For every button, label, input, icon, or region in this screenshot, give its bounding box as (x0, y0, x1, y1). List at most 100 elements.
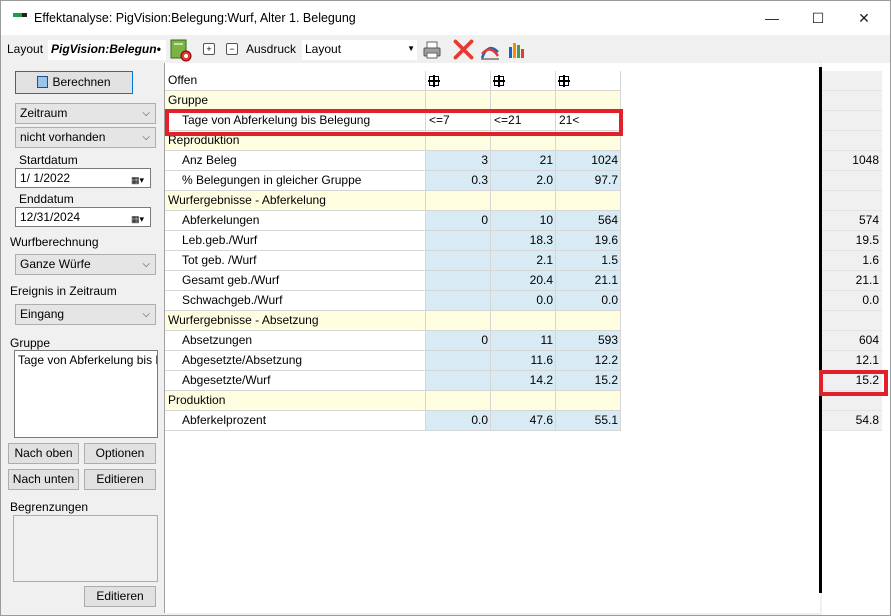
value-cell: 11.6 (491, 351, 556, 371)
gruppe-label: Gruppe (10, 336, 51, 350)
ereignis-value: Eingang (20, 307, 65, 321)
row-label: Wurfergebnisse - Absetzung (165, 311, 426, 331)
chevron-down-icon: ⌵ (142, 259, 150, 270)
enddatum-label: Enddatum (19, 192, 74, 206)
row-label: % Belegungen in gleicher Gruppe (165, 171, 426, 191)
calendar-icon[interactable]: ▦▾ (131, 210, 147, 224)
section-row: Wurfergebnisse - Absetzung (165, 311, 621, 331)
total-cell: 574 (822, 211, 882, 231)
expand-all-button[interactable]: + (203, 43, 215, 55)
ausdruck-select-value: Layout (305, 42, 342, 56)
total-cell: 0.0 (822, 291, 882, 311)
row-label[interactable]: Offen (165, 71, 426, 91)
zeitraum-value: Zeitraum (20, 106, 68, 120)
total-cell (822, 191, 882, 211)
collapse-all-button[interactable]: − (226, 43, 238, 55)
empty-cell (556, 391, 621, 411)
begrenzungen-listbox[interactable] (13, 515, 158, 582)
expand-column-icon[interactable] (556, 71, 621, 91)
bar-chart-icon[interactable] (507, 40, 527, 60)
layout-select[interactable]: PigVision:Belegun• (48, 40, 166, 60)
header-row: Offen (165, 71, 621, 91)
zeitraum-select[interactable]: Zeitraum ⌵ (15, 103, 156, 124)
total-cell: 21.1 (822, 271, 882, 291)
plus-box-icon[interactable] (493, 75, 505, 87)
total-cell: 12.1 (822, 351, 882, 371)
empty-cell (556, 91, 621, 111)
value-cell: 21 (491, 151, 556, 171)
table-row: Absetzungen 0 11 593 (165, 331, 621, 351)
value-cell: 19.6 (556, 231, 621, 251)
empty-cell (491, 91, 556, 111)
wurfberechnung-select[interactable]: Ganze Würfe ⌵ (15, 254, 156, 275)
value-cell: 2.1 (491, 251, 556, 271)
value-cell: 21.1 (556, 271, 621, 291)
minimize-button[interactable]: — (749, 1, 795, 35)
enddatum-picker[interactable]: 12/31/2024 ▦▾ (15, 207, 151, 227)
plus-box-icon[interactable] (558, 75, 570, 87)
empty-cell (426, 391, 491, 411)
berechnen-button[interactable]: Berechnen (15, 71, 133, 94)
value-cell (426, 291, 491, 311)
maximize-button[interactable]: ☐ (795, 1, 841, 35)
editieren-gruppe-button[interactable]: Editieren (84, 469, 156, 490)
value-cell: 15.2 (556, 371, 621, 391)
wurfberechnung-value: Ganze Würfe (20, 257, 91, 271)
value-cell: 3 (426, 151, 491, 171)
toolbar: Layout PigVision:Belegun• + − Ausdruck L… (1, 36, 890, 63)
value-cell: 2.0 (491, 171, 556, 191)
nach-unten-button[interactable]: Nach unten (8, 469, 79, 490)
total-cell (822, 71, 882, 91)
value-cell (426, 251, 491, 271)
empty-cell (556, 191, 621, 211)
close-button[interactable]: ✕ (841, 1, 887, 35)
delete-icon[interactable] (452, 38, 475, 61)
expand-column-icon[interactable] (426, 71, 491, 91)
value-cell: 12.2 (556, 351, 621, 371)
row-label: Abgesetzte/Wurf (165, 371, 426, 391)
value-cell: 55.1 (556, 411, 621, 431)
calendar-icon[interactable]: ▦▾ (131, 171, 147, 185)
row-label: Abgesetzte/Absetzung (165, 351, 426, 371)
value-cell: 0.0 (556, 291, 621, 311)
layout-select-value: PigVision:Belegun• (51, 42, 161, 56)
left-panel: Berechnen Zeitraum ⌵ nicht vorhanden ⌵ Sta… (1, 63, 164, 615)
calculator-icon (37, 76, 49, 88)
empty-cell (491, 391, 556, 411)
row-label: Abferkelungen (165, 211, 426, 231)
startdatum-label: Startdatum (19, 153, 78, 167)
app-icon (13, 13, 27, 17)
expand-column-icon[interactable] (491, 71, 556, 91)
value-cell: 0.0 (491, 291, 556, 311)
curve-chart-icon[interactable] (480, 40, 500, 60)
row-label: Gruppe (165, 91, 426, 111)
value-cell: 47.6 (491, 411, 556, 431)
ausdruck-label: Ausdruck (246, 42, 297, 56)
row-label: Schwachgeb./Wurf (165, 291, 426, 311)
begrenzungen-label: Begrenzungen (10, 500, 89, 514)
table-row: Tot geb. /Wurf 2.1 1.5 (165, 251, 621, 271)
highlight-gruppe-row (165, 109, 623, 136)
row-label: Gesamt geb./Wurf (165, 271, 426, 291)
ereignis-select[interactable]: Eingang ⌵ (15, 304, 156, 325)
row-label: Absetzungen (165, 331, 426, 351)
empty-cell (426, 191, 491, 211)
editieren-begrenzungen-button[interactable]: Editieren (84, 586, 156, 607)
total-cell (822, 311, 882, 331)
table-row: Anz Beleg 3 21 1024 (165, 151, 621, 171)
total-cell (822, 111, 882, 131)
section-row: Gruppe (165, 91, 621, 111)
value-cell (426, 351, 491, 371)
optionen-button[interactable]: Optionen (84, 443, 156, 464)
gruppe-listbox[interactable]: Tage von Abferkelung bis Be (14, 350, 158, 438)
total-cell: 604 (822, 331, 882, 351)
nicht-vorhanden-select[interactable]: nicht vorhanden ⌵ (15, 127, 156, 148)
report-settings-icon[interactable] (169, 38, 193, 62)
ausdruck-select[interactable]: Layout ▼ (302, 40, 417, 60)
plus-box-icon[interactable] (428, 75, 440, 87)
gruppe-list-item[interactable]: Tage von Abferkelung bis Be (18, 353, 157, 367)
print-icon[interactable] (422, 40, 442, 60)
nach-oben-button[interactable]: Nach oben (8, 443, 79, 464)
value-cell: 10 (491, 211, 556, 231)
startdatum-picker[interactable]: 1/ 1/2022 ▦▾ (15, 168, 151, 188)
